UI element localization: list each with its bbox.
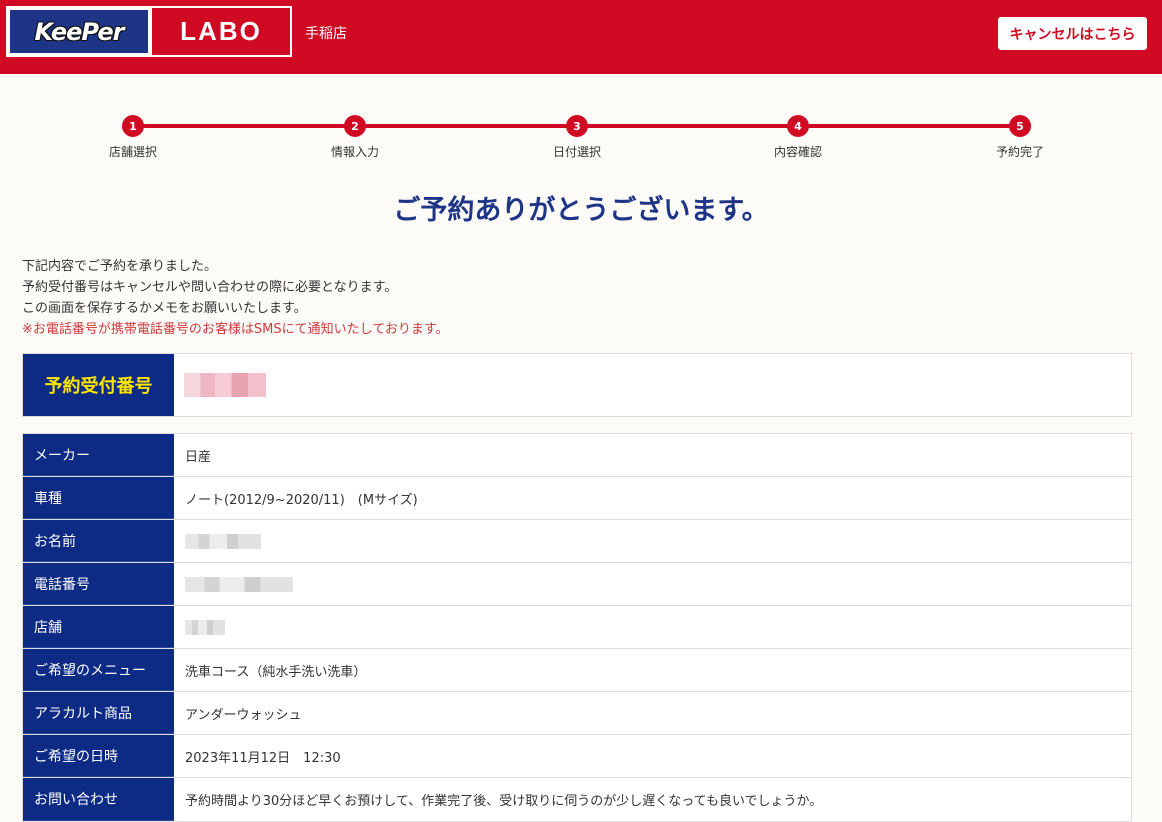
step-number: 2: [344, 115, 366, 137]
reservation-number-value: [174, 354, 1131, 416]
step-4: 4 内容確認: [748, 115, 848, 160]
table-row: ご希望の日時 2023年11月12日 12:30: [23, 735, 1131, 778]
step-number: 4: [787, 115, 809, 137]
step-label: 情報入力: [330, 145, 379, 159]
redacted-name: [185, 533, 261, 549]
step-3: 3 日付選択: [527, 115, 627, 160]
row-value: [174, 520, 1131, 562]
step-number: 3: [566, 115, 588, 137]
page-title: ご予約ありがとうございます。: [393, 195, 769, 226]
keeper-labo-logo[interactable]: KeePer LABO: [6, 6, 292, 57]
row-label: 車種: [23, 477, 174, 519]
table-row: メーカー 日産: [23, 434, 1131, 477]
table-row: 店舗: [23, 606, 1131, 649]
row-label: ご希望のメニュー: [23, 649, 174, 691]
row-value: 予約時間より30分ほど早くお預けして、作業完了後、受け取りに伺うのが少し遅くなっ…: [185, 794, 823, 809]
table-row: お名前: [23, 520, 1131, 563]
labo-logo: LABO: [150, 8, 290, 55]
intro-line: 下記内容でご予約を承りました。: [22, 259, 218, 274]
keeper-logo: KeePer: [8, 8, 150, 55]
row-value: 2023年11月12日 12:30: [185, 750, 341, 766]
row-value: [174, 606, 1131, 648]
row-value: [174, 563, 1131, 605]
row-value: 洗車コース（純水手洗い洗車）: [185, 664, 367, 680]
redacted-shop: [185, 619, 225, 635]
step-label: 内容確認: [773, 145, 822, 159]
redacted-phone: [185, 576, 293, 592]
row-label: メーカー: [23, 434, 174, 476]
reservation-number-box: 予約受付番号: [22, 353, 1132, 417]
step-number: 1: [122, 115, 144, 137]
row-label: お問い合わせ: [23, 778, 174, 821]
reservation-details-table: メーカー 日産 車種 ノート(2012/9~2020/11) (Mサイズ) お名…: [22, 433, 1132, 822]
shop-name: 手稲店: [305, 26, 347, 42]
row-label: お名前: [23, 520, 174, 562]
table-row: お問い合わせ 予約時間より30分ほど早くお預けして、作業完了後、受け取りに伺うの…: [23, 778, 1131, 821]
intro-text: 下記内容でご予約を承りました。 予約受付番号はキャンセルや問い合わせの際に必要と…: [22, 256, 449, 340]
step-number: 5: [1009, 115, 1031, 137]
step-label: 店舗選択: [108, 145, 157, 159]
table-row: 車種 ノート(2012/9~2020/11) (Mサイズ): [23, 477, 1131, 520]
table-row: ご希望のメニュー 洗車コース（純水手洗い洗車）: [23, 649, 1131, 692]
step-5: 5 予約完了: [970, 115, 1070, 160]
cancel-button[interactable]: キャンセルはこちら: [998, 17, 1147, 50]
row-label: 店舗: [23, 606, 174, 648]
table-row: 電話番号: [23, 563, 1131, 606]
keeper-logo-text: KeePer: [34, 17, 125, 46]
intro-line: 予約受付番号はキャンセルや問い合わせの際に必要となります。: [22, 280, 398, 295]
row-label: アラカルト商品: [23, 692, 174, 734]
row-label: ご希望の日時: [23, 735, 174, 777]
labo-logo-text: LABO: [180, 16, 262, 46]
row-value: ノート(2012/9~2020/11) (Mサイズ): [185, 492, 418, 508]
table-row: アラカルト商品 アンダーウォッシュ: [23, 692, 1131, 735]
step-label: 予約完了: [995, 145, 1044, 159]
step-label: 日付選択: [552, 145, 601, 159]
progress-steps: 1 店舗選択 2 情報入力 3 日付選択 4 内容確認 5 予約完了: [0, 112, 1162, 172]
intro-line: この画面を保存するかメモをお願いいたします。: [22, 301, 307, 316]
site-header: KeePer LABO 手稲店 キャンセルはこちら: [0, 0, 1162, 74]
step-1: 1 店舗選択: [83, 115, 183, 160]
redacted-reservation-number: [184, 373, 266, 397]
row-value: 日産: [185, 449, 212, 465]
row-value: アンダーウォッシュ: [185, 707, 302, 723]
reservation-number-label: 予約受付番号: [23, 354, 174, 416]
row-label: 電話番号: [23, 563, 174, 605]
sms-note: ※お電話番号が携帯電話番号のお客様はSMSにて通知いたしております。: [22, 322, 449, 337]
step-2: 2 情報入力: [305, 115, 405, 160]
